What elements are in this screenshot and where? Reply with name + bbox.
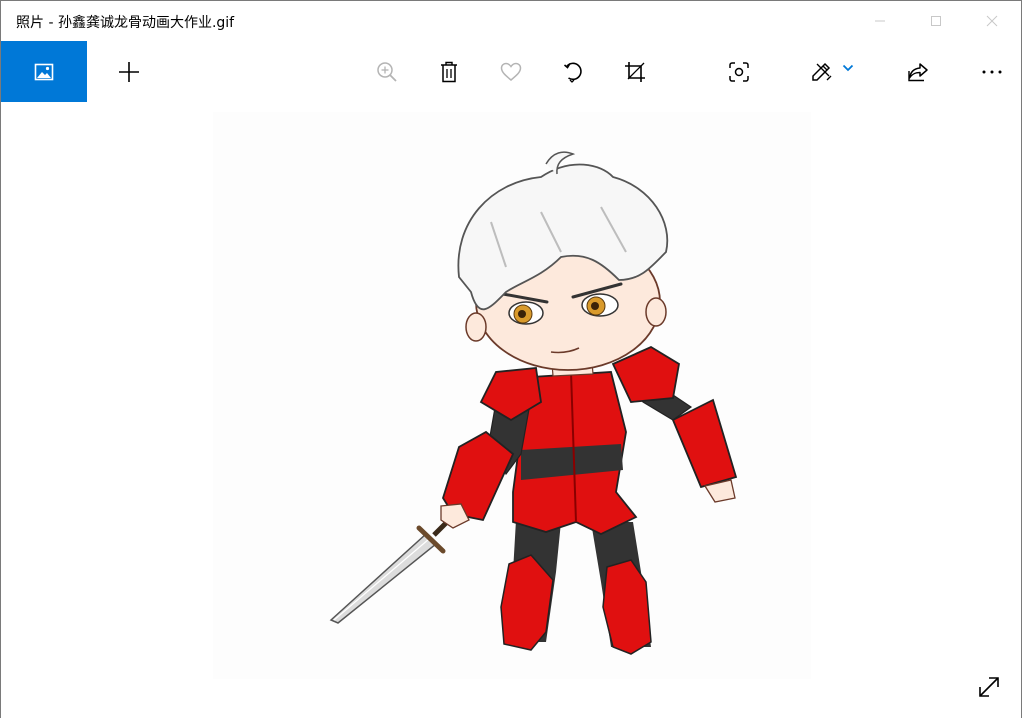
more-button[interactable]: [962, 41, 1022, 102]
share-button[interactable]: [888, 41, 948, 102]
app-toolbar: [1, 41, 1021, 102]
minimize-icon: [875, 20, 885, 22]
image-icon: [34, 63, 54, 80]
favorite-button[interactable]: [481, 41, 541, 102]
delete-button[interactable]: [419, 41, 479, 102]
crop-button[interactable]: [605, 41, 665, 102]
crop-icon: [625, 61, 645, 82]
window-title: 照片 - 孙鑫龚诚龙骨动画大作业.gif: [16, 15, 235, 31]
plus-icon: [119, 61, 139, 82]
heart-icon: [500, 62, 522, 81]
maximize-icon: [931, 16, 941, 26]
gallery-button[interactable]: [1, 41, 87, 102]
enhance-button[interactable]: [709, 41, 769, 102]
edit-create-button[interactable]: [795, 41, 869, 102]
rotate-button[interactable]: [544, 41, 604, 102]
image-viewer[interactable]: [1, 102, 1021, 718]
rotate-icon: [563, 62, 582, 83]
knight-character-image: [329, 151, 738, 655]
zoom-in-icon: [377, 61, 397, 82]
photos-window: 照片 - 孙鑫龚诚龙骨动画大作业.gif: [0, 0, 1022, 718]
trash-icon: [441, 61, 457, 82]
fullscreen-expand-button[interactable]: [969, 667, 1009, 707]
add-button[interactable]: [99, 41, 159, 102]
zoom-button[interactable]: [357, 41, 417, 102]
title-bar[interactable]: 照片 - 孙鑫龚诚龙骨动画大作业.gif: [1, 1, 1021, 41]
edit-create-icon: [812, 62, 832, 81]
maximize-button[interactable]: [913, 1, 959, 41]
chevron-down-icon: [842, 64, 854, 71]
share-icon: [908, 62, 928, 81]
more-icon: [982, 70, 1002, 73]
close-button[interactable]: [969, 1, 1015, 41]
minimize-button[interactable]: [857, 1, 903, 41]
fullscreen-expand-icon: [979, 677, 999, 697]
focus-icon: [729, 61, 749, 82]
close-icon: [986, 15, 998, 27]
